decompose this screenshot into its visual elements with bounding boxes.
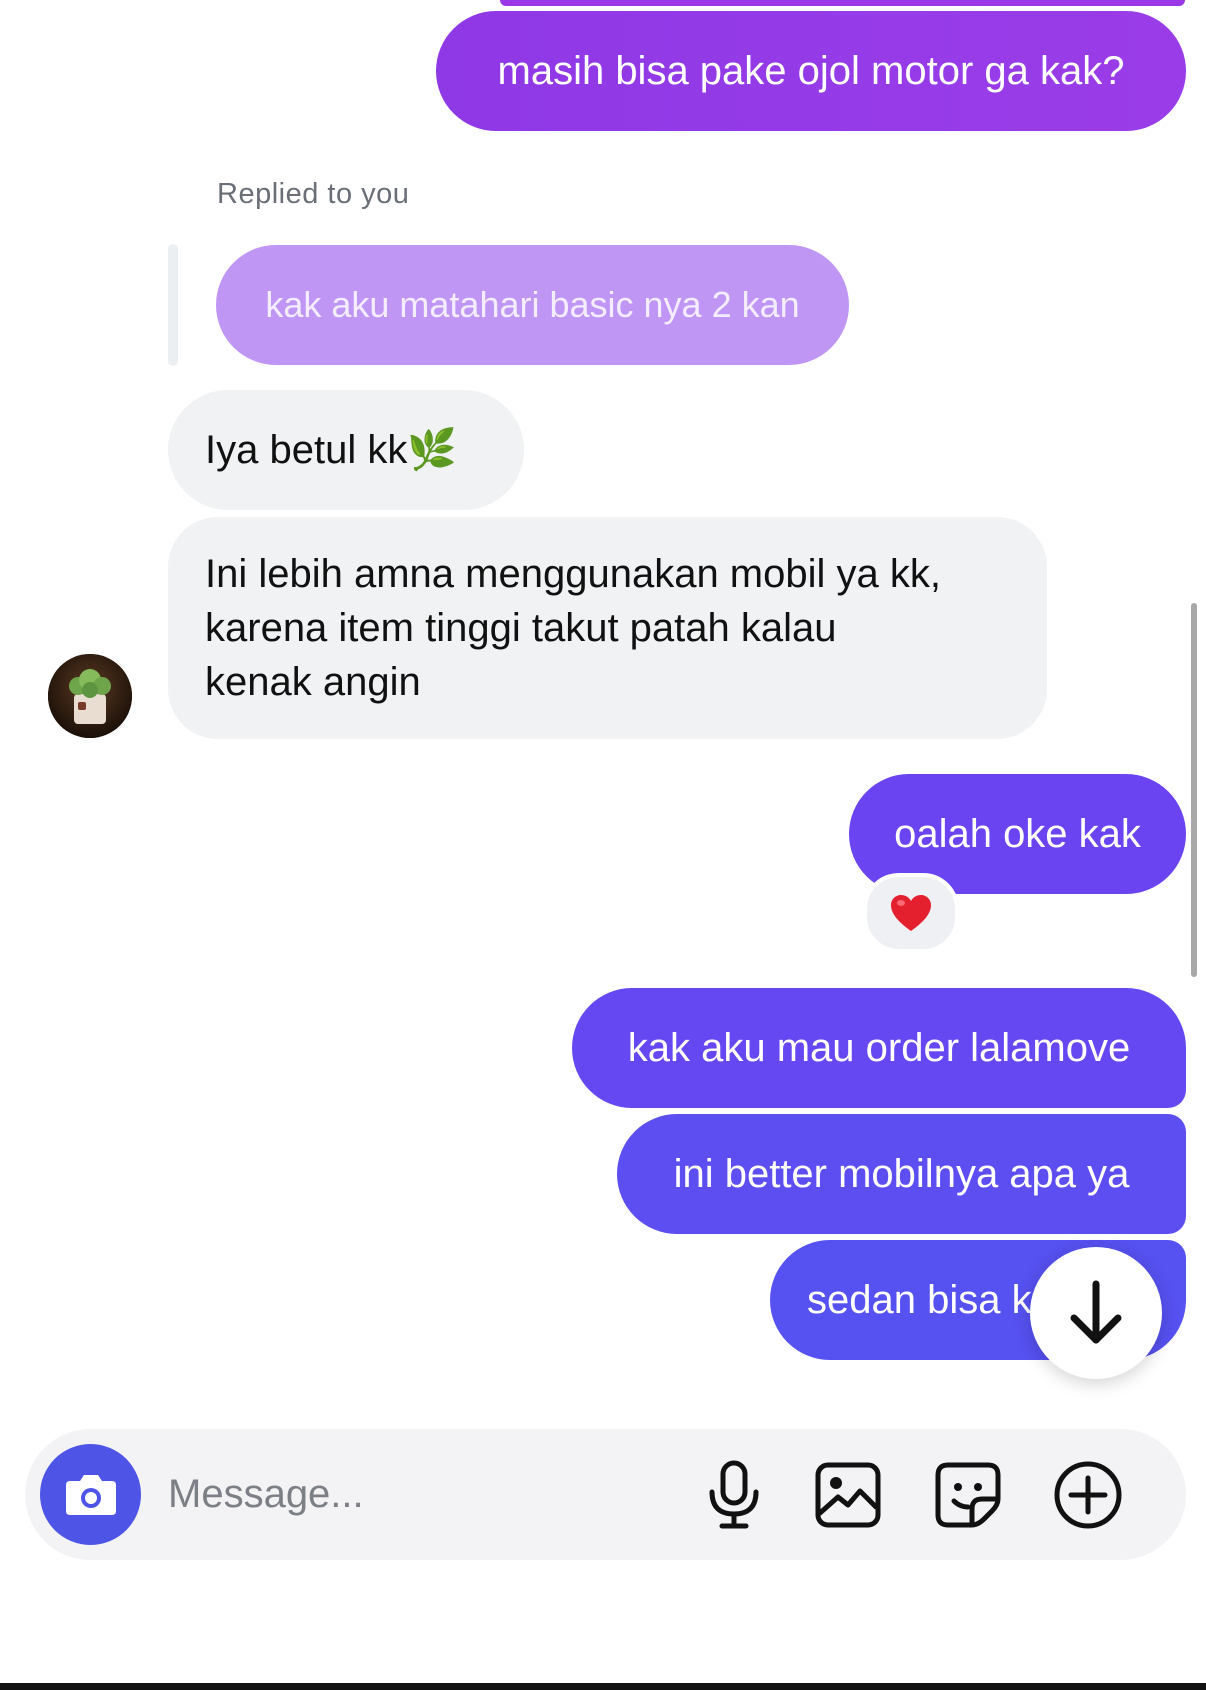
screen-bottom-edge xyxy=(0,1683,1206,1690)
sent-message-bubble[interactable]: masih bisa pake ojol motor ga kak? xyxy=(436,11,1186,131)
replied-label: Replied to you xyxy=(217,178,410,210)
previous-message-edge xyxy=(500,0,1185,6)
received-message-bubble[interactable]: Iya betul kk🌿 xyxy=(168,390,524,510)
scroll-to-bottom-button[interactable] xyxy=(1030,1247,1162,1379)
plus-circle-icon xyxy=(1054,1461,1122,1529)
camera-button[interactable] xyxy=(40,1444,141,1545)
message-input[interactable] xyxy=(168,1464,688,1524)
message-text: Iya betul kk🌿 xyxy=(205,428,458,472)
message-text: oalah oke kak xyxy=(894,812,1141,856)
avatar[interactable] xyxy=(48,654,132,738)
heart-reaction[interactable] xyxy=(863,873,959,953)
sent-message-bubble[interactable]: kak aku mau order lalamove xyxy=(572,988,1186,1108)
message-line: karena item tinggi takut patah kalau xyxy=(205,606,837,650)
message-text: kak aku mau order lalamove xyxy=(627,1026,1131,1070)
heart-icon xyxy=(891,895,931,931)
reply-indicator-bar xyxy=(168,244,178,366)
message-line: kenak angin xyxy=(205,660,421,704)
microphone-button[interactable] xyxy=(696,1457,772,1533)
message-text: masih bisa pake ojol motor ga kak? xyxy=(497,49,1125,93)
sticker-icon xyxy=(935,1462,1001,1528)
microphone-icon xyxy=(709,1460,759,1529)
sticker-button[interactable] xyxy=(930,1457,1006,1533)
arrow-down-icon xyxy=(1070,1280,1122,1344)
quoted-message-text: kak aku matahari basic nya 2 kan xyxy=(265,284,800,325)
message-text: sedan bisa k xyxy=(807,1278,1032,1322)
camera-icon xyxy=(65,1474,116,1515)
message-line: Ini lebih amna menggunakan mobil ya kk, xyxy=(205,552,941,596)
quoted-message-bubble[interactable]: kak aku matahari basic nya 2 kan xyxy=(216,245,849,365)
more-options-button[interactable] xyxy=(1050,1457,1126,1533)
image-icon xyxy=(815,1462,881,1528)
sent-message-bubble[interactable]: ini better mobilnya apa ya xyxy=(617,1114,1186,1234)
gallery-button[interactable] xyxy=(810,1457,886,1533)
message-text: ini better mobilnya apa ya xyxy=(673,1152,1130,1196)
scrollbar[interactable] xyxy=(1191,603,1197,977)
received-message-bubble[interactable]: Ini lebih amna menggunakan mobil ya kk, … xyxy=(168,517,1047,739)
